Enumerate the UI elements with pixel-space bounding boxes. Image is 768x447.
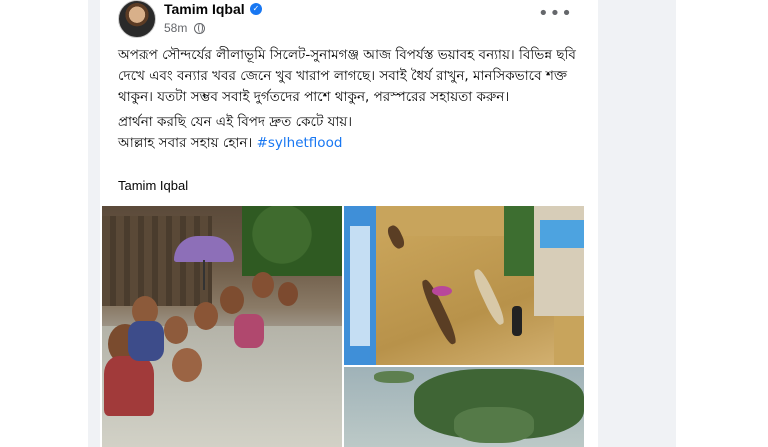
photo-child	[164, 316, 188, 344]
photo-child	[278, 282, 298, 306]
author-name[interactable]: Tamim Iqbal	[164, 1, 245, 17]
post-paragraph-1: অপরূপ সৌন্দর্যের লীলাভূমি সিলেট-সুনামগঞ্…	[118, 47, 576, 105]
page-margin-left	[0, 0, 88, 447]
globe-icon	[194, 23, 205, 34]
more-options-icon[interactable]: •••	[538, 5, 572, 26]
photo-umbrella	[174, 236, 234, 262]
feed-gutter-right	[598, 0, 676, 447]
photo-child	[172, 348, 202, 382]
post-timestamp[interactable]: 58m	[164, 21, 187, 35]
avatar[interactable]	[118, 0, 156, 38]
photo-child	[252, 272, 274, 298]
photo-trees	[242, 206, 342, 276]
photo-child	[220, 286, 244, 314]
photo-person	[512, 306, 522, 336]
post-paragraph-3: আল্লাহ সবার সহায় হোন। #sylhetflood	[118, 133, 586, 154]
photo-banner	[350, 226, 370, 346]
flood-photo-boats[interactable]	[344, 206, 584, 365]
flood-photo-children[interactable]	[102, 206, 342, 447]
photo-child	[234, 314, 264, 348]
photo-island	[374, 371, 414, 383]
photo-child	[128, 321, 164, 361]
post-last-line: আল্লাহ সবার সহায় হোন।	[118, 135, 253, 151]
photo-island	[454, 407, 534, 443]
photo-umbrella-stick	[203, 260, 205, 290]
post-card: Tamim Iqbal ✓ 58m ••• অপরূপ সৌন্দর্যের ল…	[100, 0, 598, 447]
post-header: Tamim Iqbal ✓ 58m •••	[100, 0, 598, 40]
hashtag-link[interactable]: #sylhetflood	[257, 135, 343, 151]
photo-tree	[504, 206, 534, 276]
post-signature: Tamim Iqbal	[118, 178, 189, 193]
post-text: অপরূপ সৌন্দর্যের লীলাভূমি সিলেট-সুনামগঞ্…	[118, 45, 586, 154]
photo-sign	[540, 220, 584, 248]
feed-gutter	[88, 0, 100, 447]
verified-badge-icon: ✓	[250, 3, 262, 15]
photo-child	[194, 302, 218, 330]
photo-child	[104, 356, 154, 416]
photo-umbrella	[432, 286, 452, 296]
post-paragraph-2: প্রার্থনা করছি যেন এই বিপদ দ্রুত কেটে যা…	[118, 114, 353, 130]
flood-photo-aerial[interactable]	[344, 367, 584, 447]
